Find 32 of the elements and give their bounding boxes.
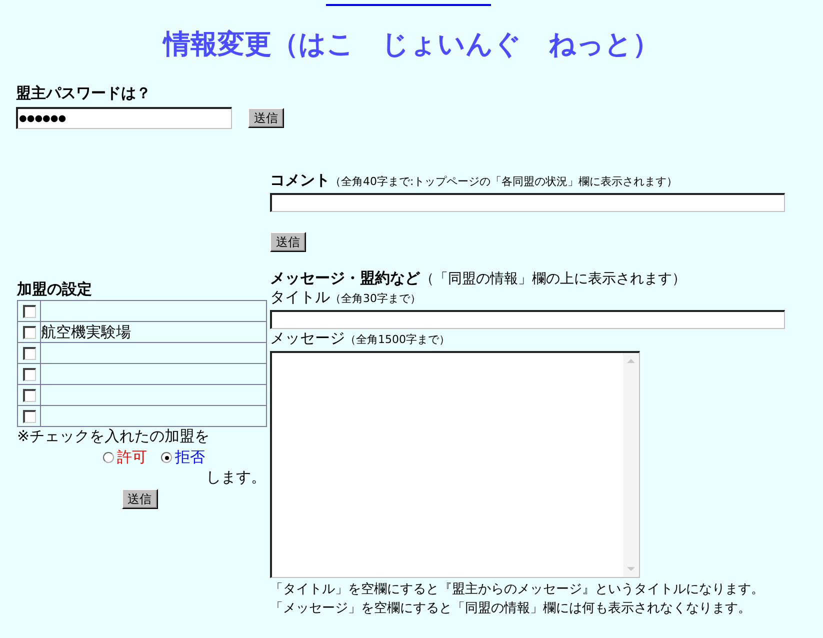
field-label: メッセージ — [270, 329, 345, 347]
send-button[interactable]: 送信 — [270, 232, 306, 252]
password-field[interactable]: ●●●●●● — [16, 107, 232, 129]
checkbox[interactable] — [22, 326, 36, 340]
radio-button[interactable] — [103, 452, 114, 463]
radio-button[interactable] — [161, 452, 172, 463]
page-title: 情報変更（はこ じょいんぐ ねっと） — [164, 28, 660, 62]
checkbox[interactable] — [22, 305, 36, 318]
checkbox[interactable] — [22, 389, 36, 402]
checkbox[interactable] — [22, 410, 36, 424]
suffix-text: します。 — [206, 468, 266, 487]
field-label: タイトル — [270, 288, 330, 306]
hint-text: （全角40字まで:トップページの「各同盟の状況」欄に表示されます） — [330, 175, 678, 188]
instruction-text: ※チェックを入れたの加盟を — [17, 427, 210, 446]
title-field[interactable] — [270, 310, 785, 329]
comment-field[interactable] — [270, 193, 785, 212]
table-cell: 航空機実験場 — [40, 322, 266, 342]
comment-label: コメント — [270, 171, 330, 189]
hint-text: （全角1500字まで） — [345, 333, 450, 346]
radio-label[interactable]: 許可 — [117, 448, 147, 467]
section-heading: メッセージ・盟約など — [270, 269, 420, 287]
checkbox[interactable] — [22, 347, 36, 360]
note-text: 「タイトル」を空欄にすると『盟主からのメッセージ』というタイトルになります。 — [270, 581, 764, 599]
note-text: 「メッセージ」を空欄にすると「同盟の情報」欄には何も表示されなくなります。 — [270, 600, 752, 618]
section-heading: 加盟の設定 — [17, 280, 92, 298]
send-button[interactable]: 送信 — [248, 108, 284, 128]
hint-text: （「同盟の情報」欄の上に表示されます） — [420, 271, 686, 287]
password-label: 盟主パスワードは？ — [16, 84, 151, 102]
hint-text: （全角30字まで） — [330, 292, 421, 305]
checkbox[interactable] — [22, 368, 36, 382]
send-button[interactable]: 送信 — [122, 489, 158, 509]
radio-label[interactable]: 拒否 — [175, 448, 205, 467]
